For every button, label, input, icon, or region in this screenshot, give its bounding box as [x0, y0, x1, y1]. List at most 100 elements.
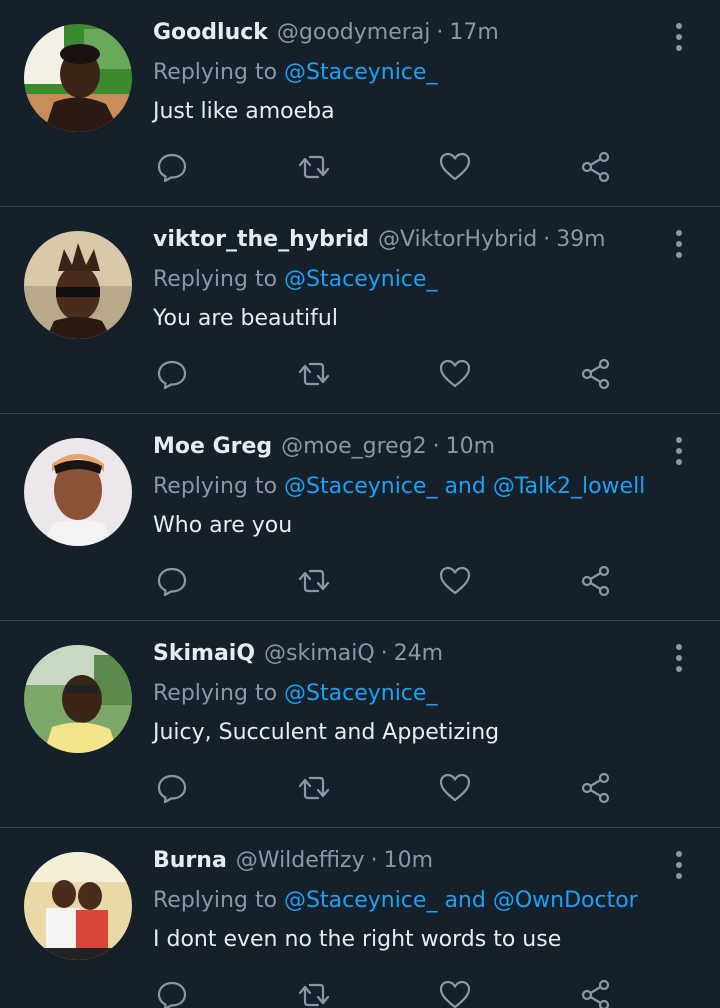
avatar-photo: [24, 231, 132, 339]
avatar[interactable]: [24, 852, 132, 960]
share-icon[interactable]: [578, 150, 614, 184]
more-vertical-icon[interactable]: [672, 850, 686, 880]
separator-dot: ·: [543, 227, 551, 252]
avatar-photo: [24, 852, 132, 960]
tweet[interactable]: Burna @Wildeffizy · 10m Replying to @Sta…: [0, 828, 720, 1008]
tweet-content: SkimaiQ @skimaiQ · 24m Replying to @Stac…: [153, 641, 660, 753]
tweet[interactable]: Goodluck @goodymeraj · 17m Replying to @…: [0, 0, 720, 207]
mention-link[interactable]: @Staceynice_: [284, 888, 437, 913]
more-vertical-icon[interactable]: [672, 22, 686, 52]
replying-to-label: Replying to: [153, 60, 278, 85]
tweet-content: Burna @Wildeffizy · 10m Replying to @Sta…: [153, 848, 660, 960]
timestamp[interactable]: 39m: [556, 227, 605, 252]
tweet-text: Who are you: [153, 513, 293, 538]
replying-to-line: Replying to @Staceynice_: [153, 675, 660, 713]
more-vertical-icon[interactable]: [672, 643, 686, 673]
user-handle[interactable]: @skimaiQ: [264, 641, 375, 666]
tweet-actions: [154, 978, 614, 1008]
tweet[interactable]: viktor_the_hybrid @ViktorHybrid · 39m Re…: [0, 207, 720, 414]
separator-dot: ·: [380, 641, 388, 666]
reply-icon[interactable]: [154, 978, 190, 1008]
reply-feed: Goodluck @goodymeraj · 17m Replying to @…: [0, 0, 720, 1008]
avatar-photo: [24, 24, 132, 132]
tweet[interactable]: Moe Greg @moe_greg2 · 10m Replying to @S…: [0, 414, 720, 621]
display-name[interactable]: Burna: [153, 848, 227, 873]
reply-icon[interactable]: [154, 150, 190, 184]
user-handle[interactable]: @moe_greg2: [281, 434, 426, 459]
display-name[interactable]: Goodluck: [153, 20, 268, 45]
reply-icon[interactable]: [154, 357, 190, 391]
replying-to-label: Replying to: [153, 267, 278, 292]
timestamp[interactable]: 10m: [446, 434, 495, 459]
tweet-content: Goodluck @goodymeraj · 17m Replying to @…: [153, 20, 660, 132]
replying-to-label: Replying to: [153, 474, 278, 499]
replying-to-label: Replying to: [153, 888, 278, 913]
retweet-icon[interactable]: [296, 357, 332, 391]
share-icon[interactable]: [578, 357, 614, 391]
reply-icon[interactable]: [154, 771, 190, 805]
replying-to-label: Replying to: [153, 681, 278, 706]
separator-dot: ·: [436, 20, 444, 45]
replying-to-line: Replying to @Staceynice_: [153, 54, 660, 92]
tweet[interactable]: SkimaiQ @skimaiQ · 24m Replying to @Stac…: [0, 621, 720, 828]
mention-link[interactable]: @Staceynice_: [284, 267, 437, 292]
avatar-photo: [24, 438, 132, 546]
tweet-header: viktor_the_hybrid @ViktorHybrid · 39m: [153, 227, 660, 261]
mention-link[interactable]: @Staceynice_: [284, 60, 437, 85]
more-vertical-icon[interactable]: [672, 436, 686, 466]
mention-conjunction: and: [444, 888, 486, 913]
tweet-text: Just like amoeba: [153, 99, 335, 124]
retweet-icon[interactable]: [296, 978, 332, 1008]
mention-link[interactable]: @OwnDoctor: [493, 888, 638, 913]
user-handle[interactable]: @Wildeffizy: [236, 848, 365, 873]
heart-icon[interactable]: [437, 357, 473, 391]
mention-link[interactable]: @Talk2_lowell: [493, 474, 645, 499]
retweet-icon[interactable]: [296, 564, 332, 598]
reply-icon[interactable]: [154, 564, 190, 598]
tweet-header: Moe Greg @moe_greg2 · 10m: [153, 434, 660, 468]
heart-icon[interactable]: [437, 771, 473, 805]
user-handle[interactable]: @ViktorHybrid: [378, 227, 537, 252]
replying-to-line: Replying to @Staceynice_: [153, 261, 660, 299]
tweet-text: Juicy, Succulent and Appetizing: [153, 720, 500, 745]
tweet-header: SkimaiQ @skimaiQ · 24m: [153, 641, 660, 675]
avatar[interactable]: [24, 24, 132, 132]
timestamp[interactable]: 10m: [384, 848, 433, 873]
more-vertical-icon[interactable]: [672, 229, 686, 259]
avatar-photo: [24, 645, 132, 753]
tweet-actions: [154, 150, 614, 184]
tweet-actions: [154, 771, 614, 805]
heart-icon[interactable]: [437, 564, 473, 598]
avatar[interactable]: [24, 231, 132, 339]
display-name[interactable]: viktor_the_hybrid: [153, 227, 369, 252]
user-handle[interactable]: @goodymeraj: [277, 20, 430, 45]
tweet-actions: [154, 564, 614, 598]
mention-conjunction: and: [444, 474, 486, 499]
replying-to-line: Replying to @Staceynice_ and @Talk2_lowe…: [153, 468, 660, 506]
share-icon[interactable]: [578, 978, 614, 1008]
tweet-text: I dont even no the right words to use: [153, 927, 562, 952]
heart-icon[interactable]: [437, 150, 473, 184]
replying-to-line: Replying to @Staceynice_ and @OwnDoctor: [153, 882, 660, 920]
timestamp[interactable]: 24m: [394, 641, 443, 666]
separator-dot: ·: [432, 434, 440, 459]
separator-dot: ·: [370, 848, 378, 873]
share-icon[interactable]: [578, 771, 614, 805]
mention-link[interactable]: @Staceynice_: [284, 681, 437, 706]
tweet-content: viktor_the_hybrid @ViktorHybrid · 39m Re…: [153, 227, 660, 339]
mention-link[interactable]: @Staceynice_: [284, 474, 437, 499]
tweet-content: Moe Greg @moe_greg2 · 10m Replying to @S…: [153, 434, 660, 546]
display-name[interactable]: SkimaiQ: [153, 641, 255, 666]
timestamp[interactable]: 17m: [449, 20, 498, 45]
retweet-icon[interactable]: [296, 150, 332, 184]
display-name[interactable]: Moe Greg: [153, 434, 272, 459]
tweet-actions: [154, 357, 614, 391]
tweet-text: You are beautiful: [153, 306, 338, 331]
avatar[interactable]: [24, 645, 132, 753]
share-icon[interactable]: [578, 564, 614, 598]
tweet-header: Goodluck @goodymeraj · 17m: [153, 20, 660, 54]
avatar[interactable]: [24, 438, 132, 546]
tweet-header: Burna @Wildeffizy · 10m: [153, 848, 660, 882]
heart-icon[interactable]: [437, 978, 473, 1008]
retweet-icon[interactable]: [296, 771, 332, 805]
